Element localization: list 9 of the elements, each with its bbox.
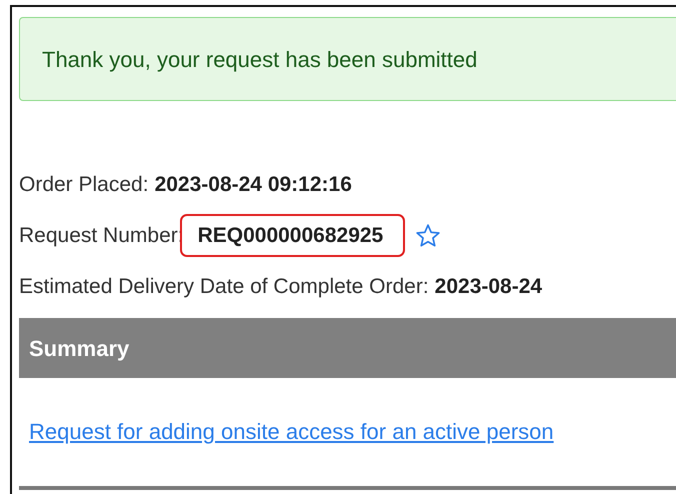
section-header: Summary [19,318,676,378]
field-value: 2023-08-24 [434,274,542,300]
request-link[interactable]: Request for adding onsite access for an active person [29,419,554,444]
star-icon[interactable] [415,222,442,248]
field-value: REQ000000682925 [180,214,406,258]
field-label: Estimated Delivery Date of Complete Order: [19,274,429,300]
field-value: 2023-08-24 09:12:16 [154,172,352,198]
field-label: Order Placed: [19,172,149,198]
success-alert: Thank you, your request has been submitted [19,17,676,101]
